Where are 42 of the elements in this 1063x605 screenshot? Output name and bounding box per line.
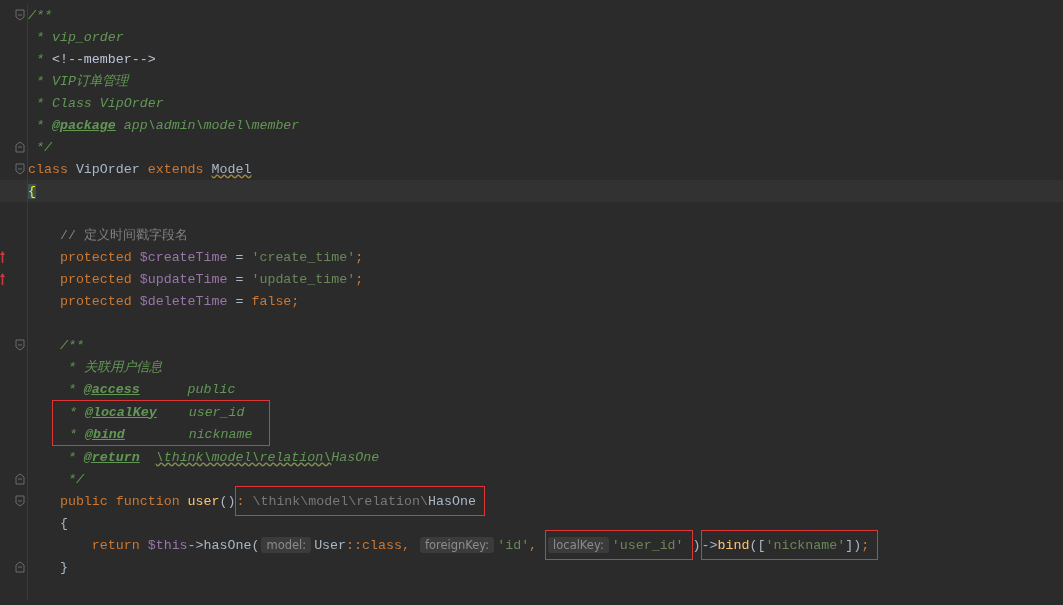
- code-text: * Class VipOrder: [34, 95, 164, 111]
- code-text: * <!--member-->: [34, 51, 156, 67]
- fold-icon[interactable]: [15, 141, 25, 153]
- fold-icon[interactable]: [15, 495, 25, 507]
- code-text: */: [34, 139, 52, 155]
- code-text: }: [58, 559, 68, 575]
- fold-icon[interactable]: [15, 473, 25, 485]
- code-text: * 关联用户信息: [66, 359, 162, 376]
- code-text: // 定义时间戳字段名: [58, 227, 188, 244]
- code-text: User::class,: [314, 537, 411, 553]
- code-text: {: [58, 515, 68, 531]
- parameter-hint: localKey:: [548, 537, 609, 553]
- fold-icon[interactable]: [15, 163, 25, 175]
- code-text: /**: [28, 7, 52, 23]
- code-text: ): [692, 537, 701, 553]
- up-arrow-icon[interactable]: [0, 273, 5, 285]
- code-text: /**: [58, 337, 84, 353]
- parameter-hint: foreignKey:: [419, 537, 495, 553]
- code-text: * @localKey user_id: [67, 404, 245, 420]
- code-text: protected $deleteTime = false;: [58, 293, 300, 309]
- code-text: public function user(): [58, 493, 236, 509]
- code-text: * vip_order: [34, 29, 124, 45]
- code-text: ->bind(['nickname']);: [701, 537, 870, 553]
- code-text: * VIP订单管理: [34, 73, 128, 90]
- code-text: */: [66, 471, 84, 487]
- code-text: * @return \think\model\relation\HasOne: [66, 449, 380, 465]
- code-text: 'id',: [497, 537, 539, 553]
- code-text: * @bind nickname: [67, 426, 253, 442]
- parameter-hint: model:: [261, 537, 312, 553]
- fold-icon[interactable]: [15, 9, 25, 21]
- code-text: * @access public: [66, 381, 236, 397]
- code-text: protected $createTime = 'create_time';: [58, 249, 364, 265]
- code-text: class VipOrder extends Model: [28, 161, 252, 177]
- code-text: : \think\model\relation\HasOne: [236, 493, 476, 509]
- code-text: protected $updateTime = 'update_time';: [58, 271, 364, 287]
- fold-icon[interactable]: [15, 339, 25, 351]
- code-text: return $this->hasOne(: [90, 537, 260, 553]
- fold-icon[interactable]: [15, 561, 25, 573]
- code-text: {: [28, 183, 36, 199]
- code-text: 'user_id': [611, 537, 684, 553]
- code-text: * @package app\admin\model\member: [34, 117, 300, 133]
- up-arrow-icon[interactable]: [0, 251, 5, 263]
